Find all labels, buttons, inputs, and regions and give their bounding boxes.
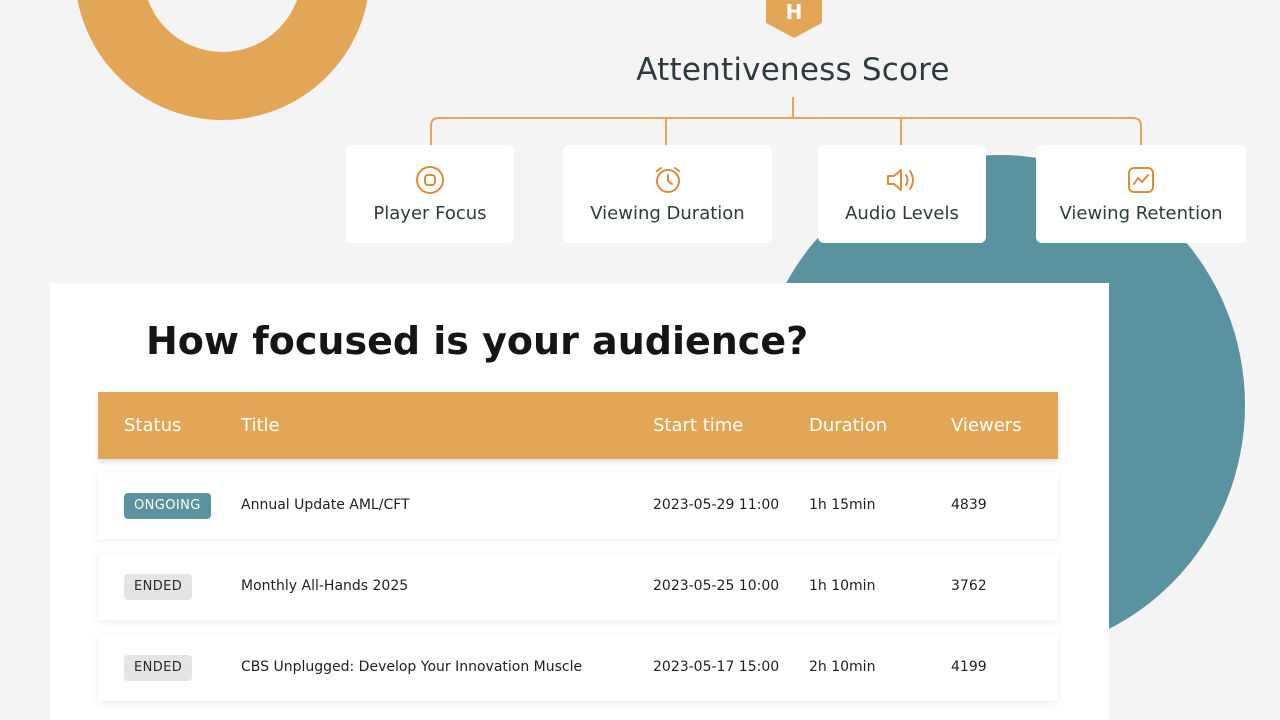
column-header-title[interactable]: Title (241, 415, 280, 436)
decorative-ring (75, 0, 370, 120)
target-icon (415, 165, 445, 195)
panel-title: How focused is your audience? (146, 319, 809, 363)
metric-label: Viewing Retention (1059, 202, 1223, 224)
row-start-time: 2023-05-25 10:00 (653, 578, 780, 594)
column-header-viewers[interactable]: Viewers (951, 415, 1022, 436)
row-viewers: 4839 (951, 497, 987, 513)
row-duration: 2h 10min (809, 659, 876, 675)
speaker-icon (885, 165, 919, 195)
table-row[interactable]: ENDED Monthly All-Hands 2025 2023-05-25 … (98, 554, 1058, 620)
metric-label: Audio Levels (845, 202, 959, 224)
metric-card-viewing-retention: Viewing Retention (1036, 145, 1246, 243)
table-header: Status Title Start time Duration Viewers (98, 392, 1058, 459)
row-title: CBS Unplugged: Develop Your Innovation M… (241, 659, 583, 675)
brand-logo-letter: H (785, 0, 803, 24)
status-badge: ENDED (124, 574, 193, 600)
row-viewers: 3762 (951, 578, 987, 594)
audience-panel: How focused is your audience? Status Tit… (50, 283, 1109, 720)
metric-card-player-focus: Player Focus (346, 145, 514, 243)
row-title: Monthly All-Hands 2025 (241, 578, 409, 594)
table-row[interactable]: ONGOING Annual Update AML/CFT 2023-05-29… (98, 473, 1058, 539)
metric-card-viewing-duration: Viewing Duration (563, 145, 772, 243)
trend-chart-icon (1126, 165, 1156, 195)
metric-label: Player Focus (373, 202, 487, 224)
column-header-start-time[interactable]: Start time (653, 415, 743, 436)
status-badge: ENDED (124, 655, 193, 681)
metric-card-audio-levels: Audio Levels (818, 145, 986, 243)
column-header-duration[interactable]: Duration (809, 415, 887, 436)
attentiveness-score-title: Attentiveness Score (636, 52, 950, 88)
row-start-time: 2023-05-29 11:00 (653, 497, 780, 513)
row-duration: 1h 10min (809, 578, 876, 594)
status-badge: ONGOING (124, 493, 211, 519)
row-title: Annual Update AML/CFT (241, 497, 410, 513)
brand-logo: H (766, 0, 822, 38)
row-duration: 1h 15min (809, 497, 876, 513)
row-start-time: 2023-05-17 15:00 (653, 659, 780, 675)
table-row[interactable]: ENDED CBS Unplugged: Develop Your Innova… (98, 635, 1058, 701)
alarm-clock-icon (653, 165, 683, 195)
metric-label: Viewing Duration (590, 202, 745, 224)
row-viewers: 4199 (951, 659, 987, 675)
column-header-status[interactable]: Status (124, 415, 181, 436)
